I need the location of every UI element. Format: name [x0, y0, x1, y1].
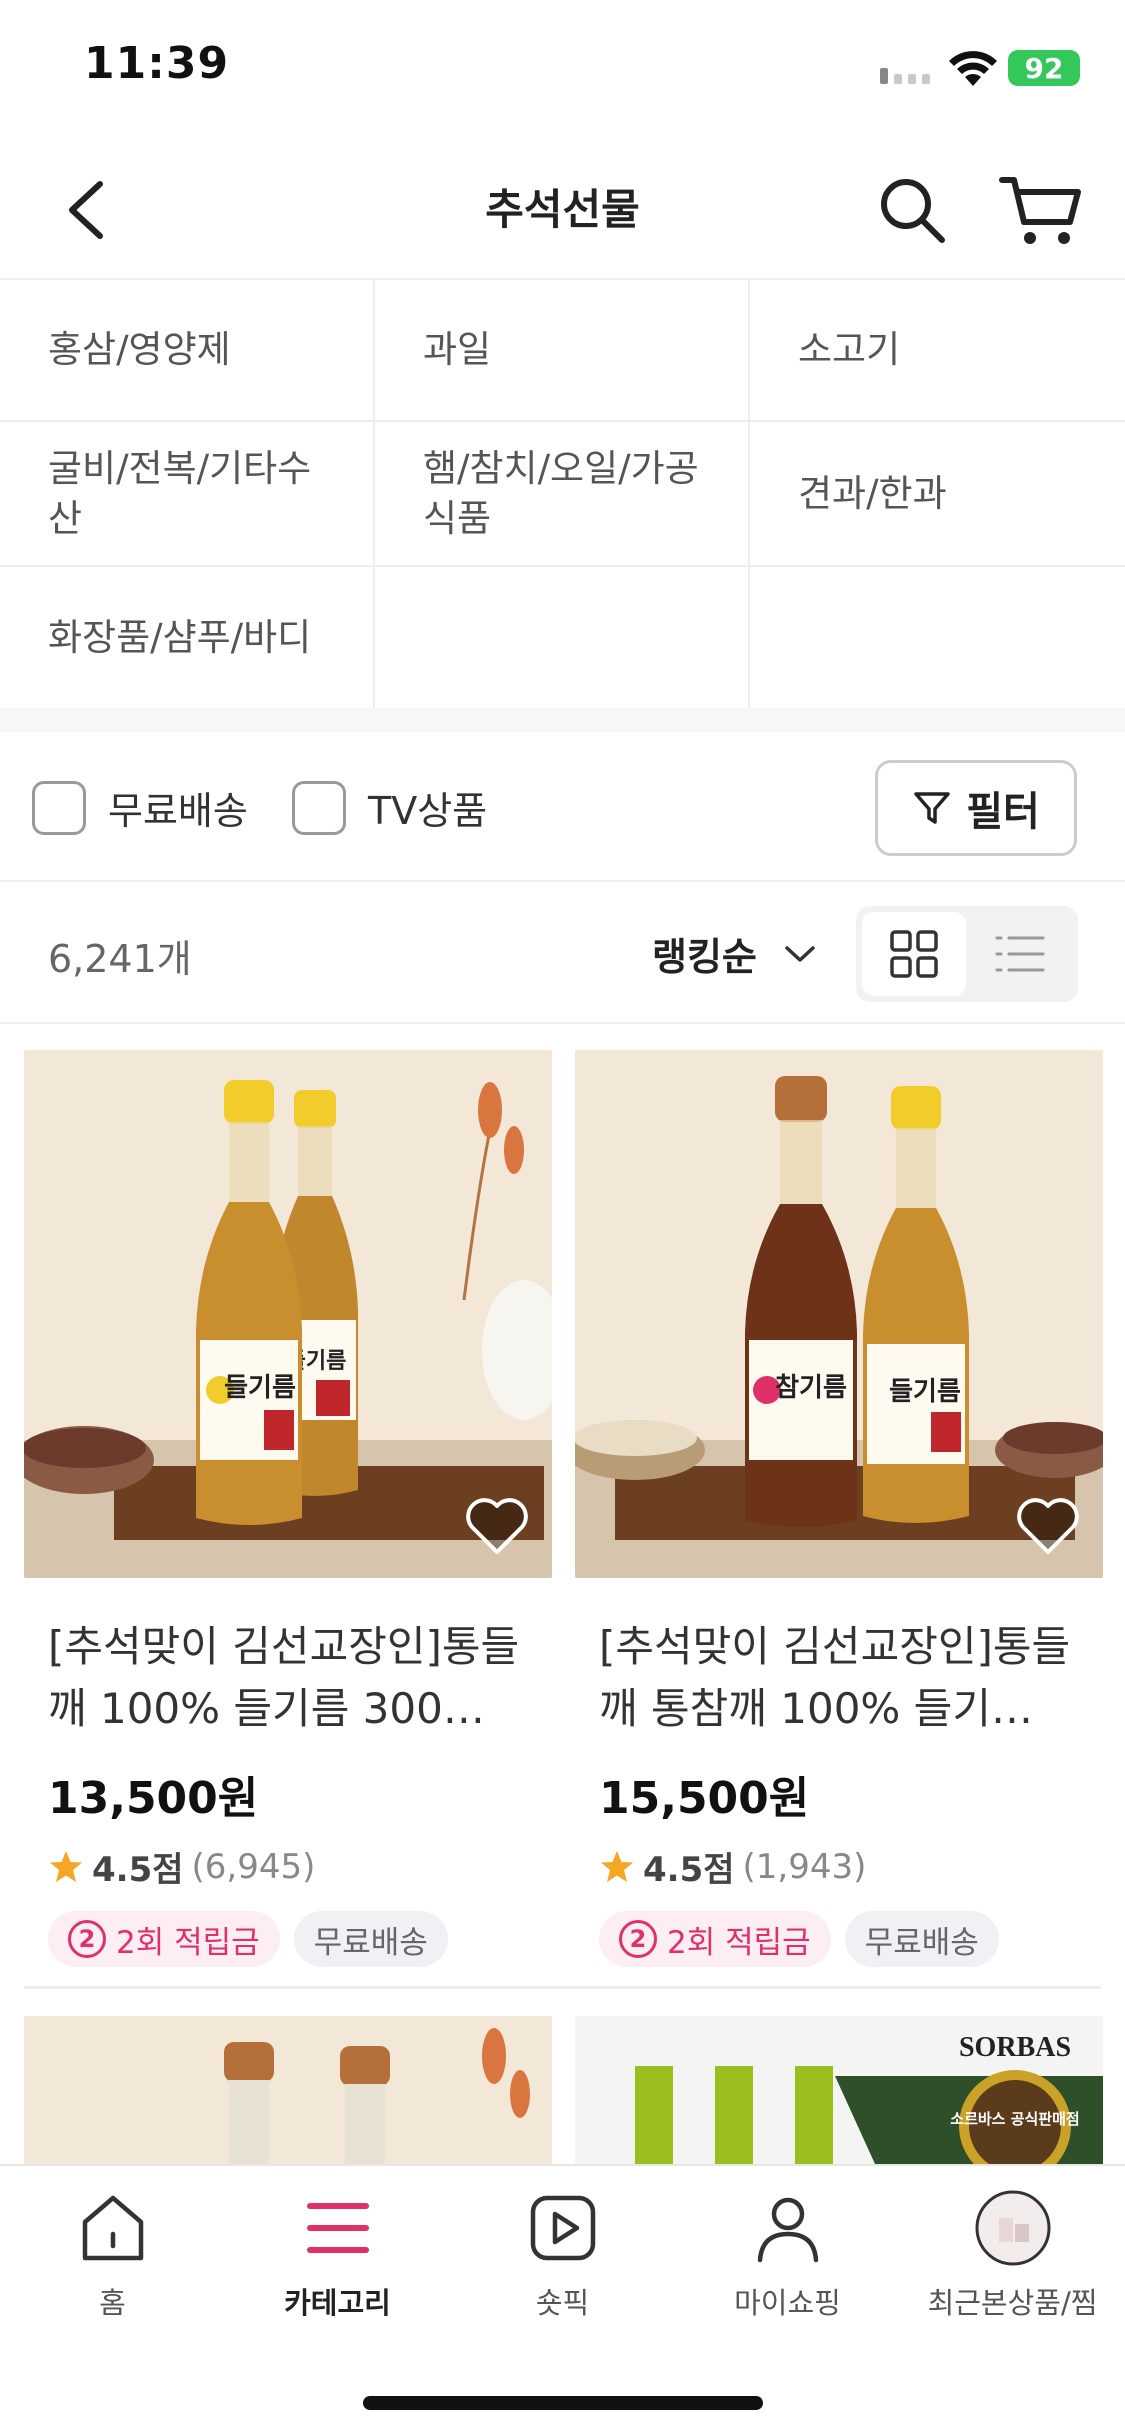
- brand-text: SORBAS: [959, 2032, 1071, 2063]
- free-shipping-label: 무료배송: [108, 789, 248, 833]
- free-shipping-tag: 무료배송: [844, 1911, 999, 1967]
- rating-score: 4.5점: [643, 1850, 735, 1890]
- review-count: (6,945): [191, 1846, 316, 1887]
- grid-icon: [890, 930, 938, 978]
- free-shipping-checkbox[interactable]: 무료배송: [32, 780, 248, 835]
- review-count: (1,943): [742, 1846, 867, 1887]
- category-empty-cell: [750, 567, 1125, 710]
- nav-recent-label: 최근본상품/찜: [927, 2286, 1098, 2320]
- nav-myshopping-label: 마이쇼핑: [734, 2286, 841, 2320]
- product-price: 15,500원: [599, 1773, 810, 1824]
- product-tags: 2 2회 적립금 무료배송: [24, 1911, 552, 1967]
- nav-shortpick-label: 숏픽: [535, 2286, 590, 2320]
- view-toggle: [856, 906, 1078, 1002]
- tv-products-label: TV상품: [368, 789, 488, 833]
- sorbas-oil-image: SORBAS 소르바스 공식판매점: [575, 2016, 1103, 2164]
- chevron-down-icon: [785, 945, 815, 962]
- sort-bar: 6,241개 랭킹순: [0, 882, 1125, 1024]
- nav-category[interactable]: 카테고리: [225, 2188, 450, 2322]
- points-badge: 2: [68, 1920, 106, 1958]
- product-price: 13,500원: [48, 1773, 259, 1824]
- product-rating: 4.5점 (6,945): [24, 1842, 552, 1891]
- filter-button[interactable]: 필터: [875, 760, 1077, 856]
- star-icon: [601, 1850, 633, 1882]
- product-name[interactable]: [추석맞이 김선교장인]통들깨 통참깨 100% 들기…: [575, 1616, 1103, 1740]
- nav-recent[interactable]: 최근본상품/찜: [900, 2188, 1125, 2322]
- category-grid: 홍삼/영양제 과일 소고기 굴비/전복/기타수산 햄/참치/오일/가공식품 견과…: [0, 278, 1125, 710]
- oil-bottles-image: [24, 2016, 552, 2164]
- product-image[interactable]: 들기름 참기름: [575, 1050, 1103, 1578]
- nav-home-label: 홈: [99, 2286, 126, 2320]
- signal-icon: [880, 68, 930, 84]
- home-indicator: [363, 2396, 763, 2410]
- list-icon: [995, 936, 1045, 972]
- product-card-partial[interactable]: SORBAS 소르바스 공식판매점: [575, 2016, 1103, 2164]
- bottle-label: 들기름: [224, 1373, 296, 1403]
- points-tag: 2 2회 적립금: [48, 1911, 280, 1967]
- seal-text: 소르바스 공식판매점: [950, 2110, 1079, 2128]
- product-rating: 4.5점 (1,943): [575, 1842, 1103, 1891]
- free-shipping-tag: 무료배송: [293, 1911, 448, 1967]
- tv-products-checkbox[interactable]: TV상품: [292, 780, 487, 835]
- nav-myshopping[interactable]: 마이쇼핑: [675, 2188, 900, 2322]
- sort-dropdown[interactable]: 랭킹순: [652, 926, 817, 981]
- category-item[interactable]: 굴비/전복/기타수산: [0, 422, 375, 567]
- top-header: 추석선물: [0, 140, 1125, 280]
- section-gap: [0, 708, 1125, 732]
- nav-home[interactable]: 홈: [0, 2188, 225, 2322]
- product-name[interactable]: [추석맞이 김선교장인]통들깨 100% 들기름 300…: [24, 1616, 552, 1740]
- battery-icon: 92: [1008, 50, 1080, 86]
- points-badge: 2: [619, 1920, 657, 1958]
- home-icon: [82, 2195, 143, 2261]
- category-item[interactable]: 홍삼/영양제: [0, 280, 375, 422]
- menu-icon: [306, 2203, 369, 2253]
- product-card[interactable]: 들기름 참기름 [추석맞이 김선교장인]통들깨 통참깨 100% 들기… 15,…: [575, 1050, 1103, 1967]
- checkbox-box[interactable]: [292, 780, 346, 835]
- search-icon[interactable]: [872, 170, 952, 250]
- category-item[interactable]: 견과/한과: [750, 422, 1125, 567]
- nav-category-label: 카테고리: [284, 2286, 391, 2320]
- heart-icon[interactable]: [464, 1494, 530, 1556]
- cart-icon[interactable]: [998, 170, 1084, 250]
- product-tags: 2 2회 적립금 무료배송: [575, 1911, 1103, 1967]
- star-icon: [50, 1850, 82, 1882]
- wifi-icon: [949, 51, 997, 86]
- row-divider: [24, 1986, 1101, 1989]
- bottle-label: 참기름: [775, 1373, 847, 1403]
- category-empty-cell: [375, 567, 750, 710]
- battery-level: 92: [1024, 51, 1064, 85]
- person-icon: [757, 2197, 818, 2263]
- list-view-button[interactable]: [968, 912, 1072, 996]
- sort-label: 랭킹순: [652, 935, 757, 979]
- product-card-partial[interactable]: [24, 2016, 552, 2164]
- recent-icon: [975, 2190, 1050, 2266]
- bottle-label: 들기름: [889, 1377, 961, 1407]
- filter-button-label: 필터: [966, 789, 1040, 835]
- category-item[interactable]: 햄/참치/오일/가공식품: [375, 422, 750, 567]
- grid-view-button[interactable]: [862, 912, 966, 996]
- status-time: 11:39: [84, 38, 230, 89]
- checkbox-box[interactable]: [32, 780, 86, 835]
- product-card[interactable]: 들기름 들기름 [추석맞이 김선교장인]통들깨 100% 들기름 300… 13…: [24, 1050, 552, 1967]
- category-item[interactable]: 소고기: [750, 280, 1125, 422]
- result-count: 6,241개: [48, 937, 192, 981]
- filter-bar: 무료배송 TV상품 필터: [0, 732, 1125, 882]
- points-label: 2회 적립금: [116, 1924, 260, 1961]
- play-icon: [530, 2195, 595, 2261]
- category-item[interactable]: 화장품/샴푸/바디: [0, 567, 375, 710]
- heart-icon[interactable]: [1015, 1494, 1081, 1556]
- nav-shortpick[interactable]: 숏픽: [450, 2188, 675, 2322]
- product-image[interactable]: 들기름 들기름: [24, 1050, 552, 1578]
- rating-score: 4.5점: [92, 1850, 184, 1890]
- status-bar: 11:39 92: [0, 0, 1125, 140]
- points-tag: 2 2회 적립금: [599, 1911, 831, 1967]
- page-title: 추석선물: [485, 185, 640, 234]
- funnel-icon: [914, 792, 950, 824]
- category-item[interactable]: 과일: [375, 280, 750, 422]
- points-label: 2회 적립금: [667, 1924, 811, 1961]
